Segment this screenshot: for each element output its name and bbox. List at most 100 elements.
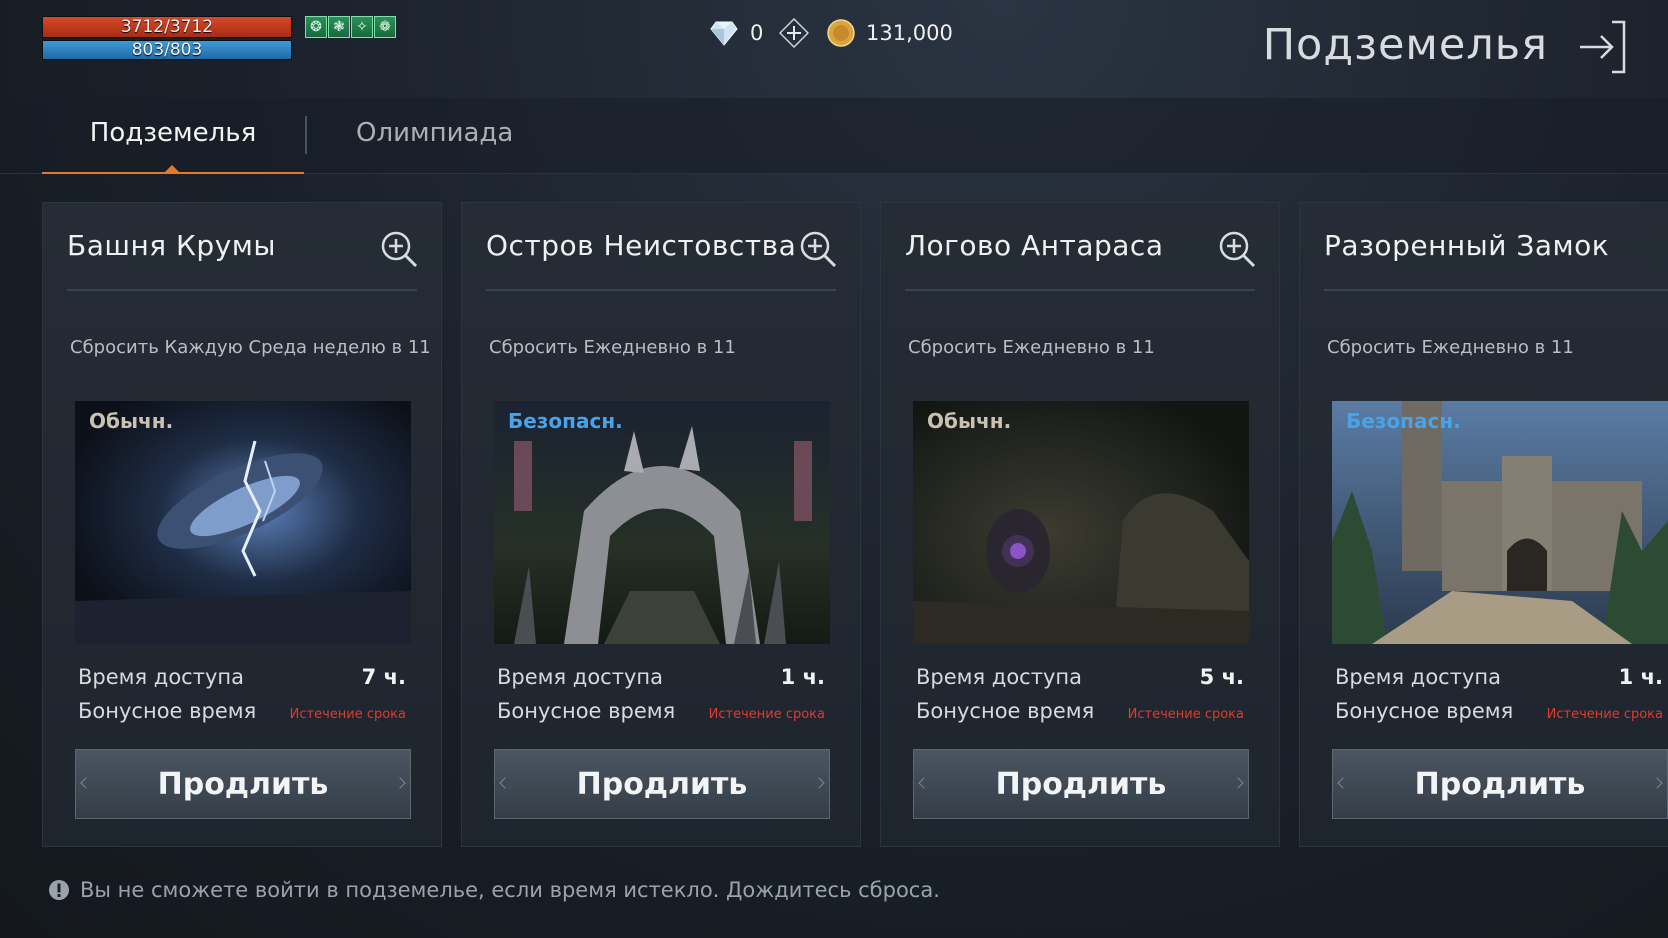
bonus-time-row: Бонусное время Истечение срока: [497, 699, 825, 723]
access-time-label: Время доступа: [916, 665, 1082, 689]
extend-button-label: Продлить: [995, 766, 1167, 802]
extend-button[interactable]: Продлить: [494, 749, 830, 819]
tab-divider: [305, 116, 307, 154]
dungeon-type-tag: Обычн.: [927, 409, 1012, 433]
card-divider: [905, 289, 1255, 291]
dungeon-type-tag: Безопасн.: [508, 409, 623, 433]
mp-bar: 803/803: [42, 40, 292, 60]
bonus-time-expired: Истечение срока: [1546, 707, 1663, 722]
card-divider: [486, 289, 836, 291]
lair-scene-illustration: [913, 401, 1249, 644]
reset-info: Сбросить Ежедневно в 11: [908, 337, 1155, 358]
button-edge-ornament: [394, 777, 406, 789]
extend-button[interactable]: Продлить: [913, 749, 1249, 819]
buff-icon[interactable]: ❁: [374, 16, 396, 38]
button-edge-ornament: [918, 777, 930, 789]
button-edge-ornament: [813, 777, 825, 789]
bonus-time-row: Бонусное время Истечение срока: [916, 699, 1244, 723]
tab-olympiad-label: Олимпиада: [356, 118, 514, 148]
island-scene-illustration: [494, 401, 830, 644]
gem-amount: 0: [750, 21, 764, 45]
tab-dungeons[interactable]: Подземелья: [42, 118, 304, 174]
bonus-time-expired: Истечение срока: [1127, 707, 1244, 722]
diamond-icon: [710, 21, 738, 46]
tab-dungeons-label: Подземелья: [89, 118, 257, 148]
dungeon-title: Логово Антараса: [905, 229, 1164, 262]
player-status-bars: 3712/3712 803/803: [42, 16, 292, 60]
card-divider: [1324, 289, 1668, 291]
buff-icon[interactable]: ✧: [351, 16, 373, 38]
reset-info: Сбросить Каждую Среда неделю в 11: [70, 337, 431, 358]
button-edge-ornament: [499, 777, 511, 789]
access-time-row: Время доступа 7 ч.: [78, 665, 406, 689]
tab-bar: Подземелья Олимпиада: [0, 98, 1668, 174]
warning-icon: [49, 880, 69, 900]
tab-active-indicator-icon: [164, 165, 180, 173]
exit-icon[interactable]: [1576, 18, 1628, 76]
gem-counter: 0: [710, 18, 810, 48]
bonus-time-row: Бонусное время Истечение срока: [1335, 699, 1663, 723]
dungeon-title: Остров Неистовства: [486, 229, 797, 262]
expiry-notice-text: Вы не сможете войти в подземелье, если в…: [80, 878, 940, 902]
bonus-time-expired: Истечение срока: [289, 707, 406, 722]
access-time-label: Время доступа: [78, 665, 244, 689]
access-time-value: 5 ч.: [1199, 665, 1244, 689]
button-edge-ornament: [1232, 777, 1244, 789]
page-title: Подземелья: [1262, 20, 1548, 70]
dungeon-card[interactable]: Остров Неистовства Сбросить Ежедневно в …: [461, 202, 861, 847]
buff-icons: ❂ ❃ ✧ ❁: [305, 16, 396, 38]
reset-info: Сбросить Ежедневно в 11: [1327, 337, 1574, 358]
access-time-row: Время доступа 1 ч.: [1335, 665, 1663, 689]
buff-icon[interactable]: ❃: [328, 16, 350, 38]
gold-coin-icon: [827, 19, 855, 47]
castle-scene-illustration: [1332, 401, 1668, 644]
dungeon-image: Обычн.: [75, 401, 411, 644]
gold-counter: 131,000: [826, 18, 953, 48]
expiry-notice: Вы не сможете войти в подземелье, если в…: [48, 878, 940, 902]
dungeon-card[interactable]: Башня Крумы Сбросить Каждую Среда неделю…: [42, 202, 442, 847]
gold-amount: 131,000: [866, 21, 953, 45]
extend-button[interactable]: Продлить: [75, 749, 411, 819]
tab-olympiad[interactable]: Олимпиада: [356, 118, 513, 148]
dungeon-type-tag: Безопасн.: [1346, 409, 1461, 433]
dungeon-list[interactable]: Башня Крумы Сбросить Каждую Среда неделю…: [42, 202, 1668, 847]
access-time-value: 7 ч.: [361, 665, 406, 689]
access-time-row: Время доступа 5 ч.: [916, 665, 1244, 689]
bonus-time-label: Бонусное время: [1335, 699, 1514, 723]
extend-button-label: Продлить: [1414, 766, 1586, 802]
dungeon-image: Безопасн.: [494, 401, 830, 644]
dungeon-type-tag: Обычн.: [89, 409, 174, 433]
dungeon-card[interactable]: Разоренный Замок Сбросить Ежедневно в 11: [1299, 202, 1668, 847]
dungeon-image: Безопасн.: [1332, 401, 1668, 644]
card-divider: [67, 289, 417, 291]
zoom-in-icon[interactable]: [1217, 229, 1257, 269]
bonus-time-label: Бонусное время: [916, 699, 1095, 723]
bonus-time-expired: Истечение срока: [708, 707, 825, 722]
bonus-time-label: Бонусное время: [78, 699, 257, 723]
button-edge-ornament: [80, 777, 92, 789]
access-time-row: Время доступа 1 ч.: [497, 665, 825, 689]
extend-button-label: Продлить: [576, 766, 748, 802]
buff-icon[interactable]: ❂: [305, 16, 327, 38]
button-edge-ornament: [1337, 777, 1349, 789]
extend-button-label: Продлить: [157, 766, 329, 802]
dungeon-title: Разоренный Замок: [1324, 229, 1610, 262]
hp-bar: 3712/3712: [42, 16, 292, 38]
add-gems-icon[interactable]: [779, 18, 810, 48]
dungeon-title: Башня Крумы: [67, 229, 276, 262]
tower-scene-illustration: [75, 401, 411, 644]
bonus-time-label: Бонусное время: [497, 699, 676, 723]
access-time-value: 1 ч.: [780, 665, 825, 689]
dungeon-image: Обычн.: [913, 401, 1249, 644]
bonus-time-row: Бонусное время Истечение срока: [78, 699, 406, 723]
reset-info: Сбросить Ежедневно в 11: [489, 337, 736, 358]
zoom-in-icon[interactable]: [798, 229, 838, 269]
hp-value: 3712/3712: [120, 17, 214, 37]
access-time-label: Время доступа: [1335, 665, 1501, 689]
access-time-value: 1 ч.: [1618, 665, 1663, 689]
button-edge-ornament: [1651, 777, 1663, 789]
zoom-in-icon[interactable]: [379, 229, 419, 269]
mp-value: 803/803: [131, 40, 203, 60]
dungeon-card[interactable]: Логово Антараса Сбросить Ежедневно в 11: [880, 202, 1280, 847]
extend-button[interactable]: Продлить: [1332, 749, 1668, 819]
